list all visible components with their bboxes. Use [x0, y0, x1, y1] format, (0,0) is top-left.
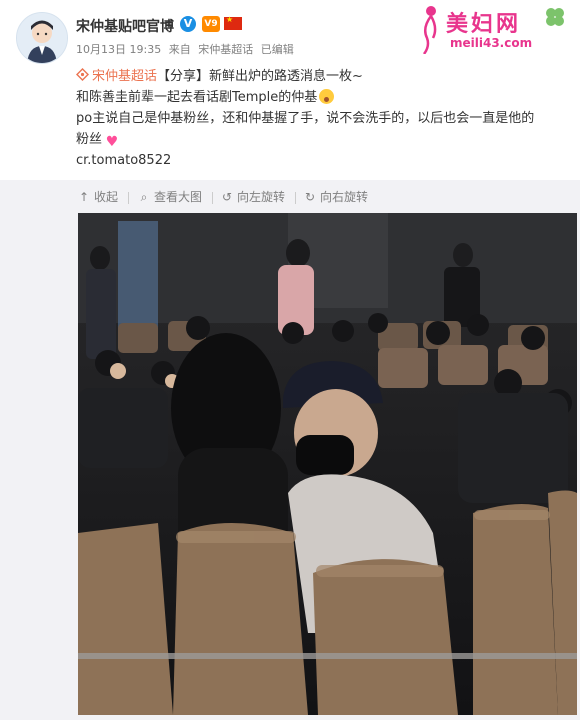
post-line-3: po主说自己是仲基粉丝，还和仲基握了手，说不会洗手的，以后也会一直是他的	[76, 111, 535, 126]
view-large-button[interactable]: ⌕ 查看大图	[138, 188, 202, 205]
site-watermark: 美妇网 meili43.com	[408, 2, 580, 58]
collapse-button[interactable]: ↑ 收起	[78, 188, 118, 205]
post-text: 宋仲基超话【分享】新鲜出炉的路透消息一枚~ 和陈善圭前辈一起去看话剧Temple…	[76, 66, 566, 171]
flag-icon	[224, 15, 242, 30]
post-header: 宋仲基贴吧官博 V V9 10月13日 19:35 来自 宋仲基超话 已编辑 美…	[0, 0, 580, 64]
rotate-right-button[interactable]: ↻ 向右旋转	[304, 188, 368, 205]
post-photo[interactable]	[78, 213, 577, 715]
post-credit-link[interactable]: cr.tomato8522	[76, 150, 566, 171]
view-large-label: 查看大图	[154, 190, 203, 204]
watermark-figure-icon	[422, 6, 437, 54]
rotate-left-label: 向左旋转	[237, 190, 286, 204]
rotate-left-icon: ↺	[221, 190, 233, 204]
toolbar-divider	[212, 192, 213, 204]
collapse-icon: ↑	[78, 190, 90, 204]
post-line-1-text: 【分享】新鲜出炉的路透消息一枚~	[157, 69, 363, 84]
post-line-2-text: 和陈善圭前辈一起去看话剧Temple的仲基	[76, 90, 318, 105]
avatar-image	[17, 13, 67, 63]
post-line-4: 粉丝 ♥	[76, 129, 566, 150]
zoom-icon: ⌕	[140, 190, 148, 204]
supertopic-link[interactable]: 宋仲基超话	[76, 68, 158, 84]
post-line-4-text: 粉丝	[76, 132, 103, 147]
shock-emoji-icon	[319, 89, 335, 104]
watermark-text: 美妇网	[446, 11, 522, 37]
post-timestamp[interactable]: 10月13日 19:35	[76, 43, 161, 56]
member-icon[interactable]: V9	[202, 16, 220, 32]
collapse-label: 收起	[94, 190, 119, 204]
theater-photo	[78, 213, 577, 715]
rotate-right-label: 向右旋转	[320, 190, 369, 204]
supertopic-label: 宋仲基超话	[92, 69, 158, 84]
post-source-prefix: 来自	[168, 43, 191, 56]
clover-icon	[546, 8, 564, 26]
author-name[interactable]: 宋仲基贴吧官博	[76, 16, 174, 36]
toolbar-divider	[128, 192, 129, 204]
edited-label[interactable]: 已编辑	[261, 43, 294, 56]
post-source[interactable]: 宋仲基超话	[198, 43, 253, 56]
supertopic-icon	[76, 68, 89, 81]
rotate-right-icon: ↻	[304, 190, 316, 204]
post-meta: 10月13日 19:35 来自 宋仲基超话 已编辑	[76, 41, 298, 57]
post-line-1: 宋仲基超话【分享】新鲜出炉的路透消息一枚~	[76, 66, 566, 87]
heart-emoji-icon: ♥	[105, 134, 119, 150]
toolbar-divider	[295, 192, 296, 204]
verified-icon[interactable]: V	[180, 16, 196, 32]
rotate-left-button[interactable]: ↺ 向左旋转	[221, 188, 285, 205]
avatar[interactable]	[16, 12, 68, 64]
watermark-url: meili43.com	[450, 36, 533, 50]
post-line-2: 和陈善圭前辈一起去看话剧Temple的仲基	[76, 87, 566, 108]
